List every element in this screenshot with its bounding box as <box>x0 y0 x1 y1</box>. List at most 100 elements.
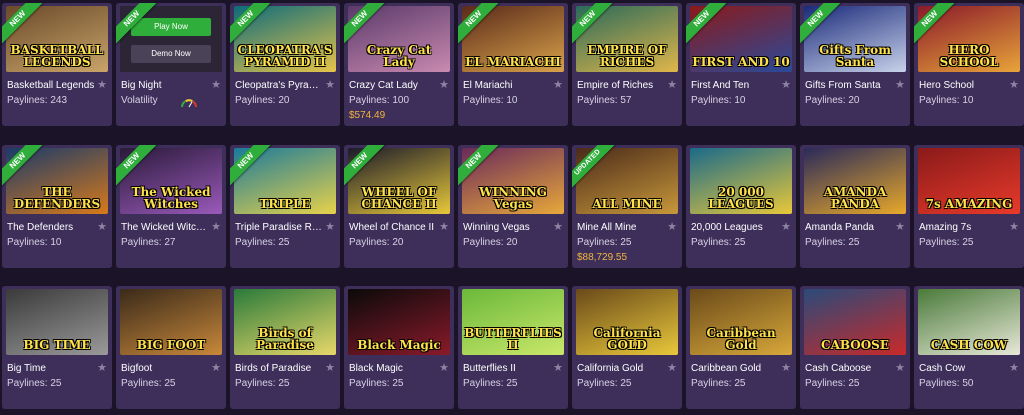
game-tile[interactable]: BUTTERFLIES II Butterflies II ★ Paylines: 2… <box>458 286 568 409</box>
favorite-star-icon[interactable]: ★ <box>439 220 449 233</box>
favorite-star-icon[interactable]: ★ <box>1009 78 1019 91</box>
game-thumbnail[interactable]: BUTTERFLIES II <box>462 289 564 355</box>
game-tile[interactable]: HERO SCHOOL NEW Hero School ★ Paylines: 10 <box>914 3 1024 126</box>
game-thumbnail[interactable]: CABOOSE <box>804 289 906 355</box>
game-tile[interactable]: FIRST AND 10 NEW First And Ten ★ Paylines: 1… <box>686 3 796 126</box>
game-title: Cash Caboose <box>805 363 872 374</box>
paylines-label: Paylines: <box>349 378 393 389</box>
paylines-label: Paylines: <box>7 237 51 248</box>
paylines-label: Paylines: <box>349 237 393 248</box>
game-tile[interactable]: BASKETBALL LEGENDS NEW Basketball Legends ★… <box>2 3 112 126</box>
paylines-value: 25 <box>848 237 860 248</box>
favorite-star-icon[interactable]: ★ <box>1009 220 1019 233</box>
paylines-text: Paylines: 25 <box>805 237 859 248</box>
game-logo: Birds of Paradise <box>256 326 314 352</box>
game-logo: CABOOSE <box>821 338 889 352</box>
game-tile[interactable]: WHEEL OF CHANCE II NEW Wheel of Chance II ★… <box>344 145 454 268</box>
game-tile[interactable]: CASH COW Cash Cow ★ Paylines: 50 <box>914 286 1024 409</box>
paylines-text: Paylines: 25 <box>349 378 403 389</box>
paylines-text: Paylines: 25 <box>691 237 745 248</box>
paylines-text: Paylines: 25 <box>805 378 859 389</box>
game-tile[interactable]: TRIPLE NEW Triple Paradise Ric... ★ Paylines… <box>230 145 340 268</box>
game-title: Big Night <box>121 80 162 91</box>
game-thumbnail[interactable]: California GOLD <box>576 289 678 355</box>
paylines-value: 57 <box>620 95 632 106</box>
paylines-label: Paylines: <box>7 95 51 106</box>
game-tile[interactable]: BIG TIME Big Time ★ Paylines: 25 <box>2 286 112 409</box>
paylines-label: Paylines: <box>691 237 735 248</box>
game-tile[interactable]: The Wicked Witches NEW The Wicked Witches ★… <box>116 145 226 268</box>
paylines-text: Paylines: 20 <box>349 237 403 248</box>
game-tile[interactable]: Play Now Demo Now NEW Big Night ★ Volatility <box>116 3 226 126</box>
game-tile[interactable]: EMPIRE OF RICHES NEW Empire of Riches ★ Payl… <box>572 3 682 126</box>
favorite-star-icon[interactable]: ★ <box>553 220 563 233</box>
game-tile[interactable]: EL MARIACHI NEW El Mariachi ★ Paylines: 10 <box>458 3 568 126</box>
game-thumbnail[interactable]: BIG FOOT <box>120 289 222 355</box>
favorite-star-icon[interactable]: ★ <box>895 220 905 233</box>
favorite-star-icon[interactable]: ★ <box>97 361 107 374</box>
game-tile[interactable]: Black Magic Black Magic ★ Paylines: 25 <box>344 286 454 409</box>
paylines-value: 25 <box>506 378 518 389</box>
favorite-star-icon[interactable]: ★ <box>895 361 905 374</box>
favorite-star-icon[interactable]: ★ <box>97 220 107 233</box>
game-tile[interactable]: BIG FOOT Bigfoot ★ Paylines: 25 <box>116 286 226 409</box>
game-title: Birds of Paradise <box>235 363 312 374</box>
game-tile[interactable]: ALL MINE UPDATED Mine All Mine ★ Paylines: 2… <box>572 145 682 268</box>
favorite-star-icon[interactable]: ★ <box>211 361 221 374</box>
game-logo: WINNING Vegas <box>479 185 547 211</box>
game-thumbnail[interactable]: Black Magic <box>348 289 450 355</box>
paylines-text: Paylines: 243 <box>7 95 67 106</box>
favorite-star-icon[interactable]: ★ <box>667 220 677 233</box>
game-tile[interactable]: 7s AMAZING Amazing 7s ★ Paylines: 25 <box>914 145 1024 268</box>
favorite-star-icon[interactable]: ★ <box>325 78 335 91</box>
favorite-star-icon[interactable]: ★ <box>667 361 677 374</box>
paylines-label: Paylines: <box>691 378 735 389</box>
favorite-star-icon[interactable]: ★ <box>211 78 221 91</box>
game-thumbnail[interactable]: 20 000 LEAGUES <box>690 148 792 214</box>
paylines-label: Paylines: <box>805 95 849 106</box>
play-now-button[interactable]: Play Now <box>131 18 211 36</box>
game-tile[interactable]: Caribbean Gold Caribbean Gold ★ Paylines: 2… <box>686 286 796 409</box>
game-tile[interactable]: Birds of Paradise Birds of Paradise ★ Payli… <box>230 286 340 409</box>
game-tile[interactable]: CLEOPATRA'S PYRAMID II NEW Cleopatra's Pyr… <box>230 3 340 126</box>
game-thumbnail[interactable]: Caribbean Gold <box>690 289 792 355</box>
game-thumbnail[interactable]: 7s AMAZING <box>918 148 1020 214</box>
game-thumbnail[interactable]: CASH COW <box>918 289 1020 355</box>
paylines-label: Paylines: <box>349 95 393 106</box>
paylines-value: 25 <box>50 378 62 389</box>
favorite-star-icon[interactable]: ★ <box>211 220 221 233</box>
favorite-star-icon[interactable]: ★ <box>553 361 563 374</box>
paylines-text: Paylines: 10 <box>7 237 61 248</box>
paylines-text: Paylines: 25 <box>7 378 61 389</box>
favorite-star-icon[interactable]: ★ <box>439 78 449 91</box>
favorite-star-icon[interactable]: ★ <box>1009 361 1019 374</box>
favorite-star-icon[interactable]: ★ <box>781 361 791 374</box>
favorite-star-icon[interactable]: ★ <box>895 78 905 91</box>
favorite-star-icon[interactable]: ★ <box>781 78 791 91</box>
game-tile[interactable]: THE DEFENDERS NEW The Defenders ★ Paylines: … <box>2 145 112 268</box>
game-logo: BUTTERFLIES II <box>464 326 562 352</box>
game-thumbnail[interactable]: AMANDA PANDA <box>804 148 906 214</box>
favorite-star-icon[interactable]: ★ <box>781 220 791 233</box>
favorite-star-icon[interactable]: ★ <box>325 361 335 374</box>
demo-now-button[interactable]: Demo Now <box>131 45 211 63</box>
favorite-star-icon[interactable]: ★ <box>439 361 449 374</box>
game-thumbnail[interactable]: BIG TIME <box>6 289 108 355</box>
paylines-value: 25 <box>848 378 860 389</box>
game-tile[interactable]: California GOLD California Gold ★ Paylines:… <box>572 286 682 409</box>
game-tile[interactable]: AMANDA PANDA Amanda Panda ★ Paylines: 25 <box>800 145 910 268</box>
game-tile[interactable]: WINNING Vegas NEW Winning Vegas ★ Paylines: … <box>458 145 568 268</box>
game-tile[interactable]: CABOOSE Cash Caboose ★ Paylines: 25 <box>800 286 910 409</box>
game-tile[interactable]: 20 000 LEAGUES 20,000 Leagues ★ Paylines: 2… <box>686 145 796 268</box>
game-tile[interactable]: Crazy Cat Lady NEW Crazy Cat Lady ★ Paylines… <box>344 3 454 126</box>
favorite-star-icon[interactable]: ★ <box>667 78 677 91</box>
game-logo: FIRST AND 10 <box>692 55 790 69</box>
game-tile[interactable]: Gifts From Santa NEW Gifts From Santa ★ Payl… <box>800 3 910 126</box>
favorite-star-icon[interactable]: ★ <box>97 78 107 91</box>
favorite-star-icon[interactable]: ★ <box>325 220 335 233</box>
favorite-star-icon[interactable]: ★ <box>553 78 563 91</box>
paylines-text: Paylines: 10 <box>691 95 745 106</box>
paylines-text: Paylines: 25 <box>235 378 289 389</box>
game-logo: EL MARIACHI <box>465 55 561 69</box>
game-thumbnail[interactable]: Birds of Paradise <box>234 289 336 355</box>
